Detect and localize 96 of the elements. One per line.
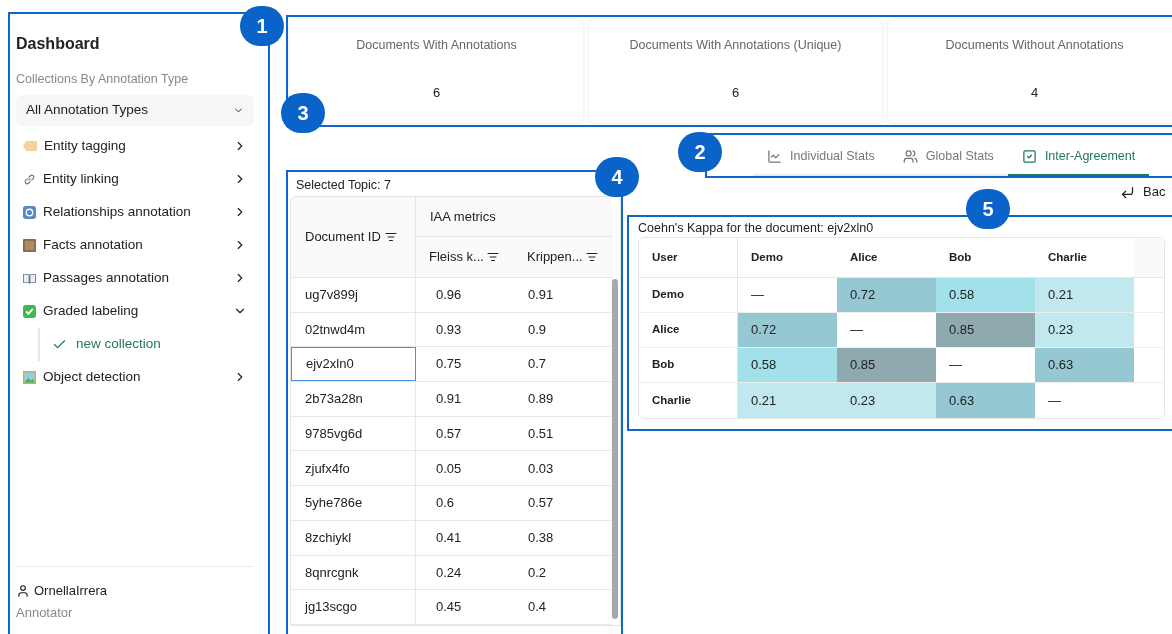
- table-cell[interactable]: ug7v899j: [291, 278, 416, 312]
- line-chart-icon: [767, 148, 782, 164]
- cycle-icon: [23, 205, 36, 219]
- callout-badge: 2: [678, 132, 722, 172]
- scroll-icon: [23, 238, 36, 252]
- collection-type-item[interactable]: Facts annotation: [16, 228, 254, 262]
- tab[interactable]: Inter-Agreement: [1007, 138, 1150, 176]
- filter-icon: [384, 231, 397, 243]
- table-cell-text: 0.2: [527, 563, 548, 582]
- table-cell[interactable]: 02tnwd4m: [291, 312, 416, 347]
- section-label: Collections By Annotation Type: [16, 71, 190, 88]
- stat-title: Documents Without Annotations: [945, 37, 1124, 54]
- table-cell-text: 0.4: [527, 598, 548, 617]
- table-cell[interactable]: zjufx4fo: [291, 451, 416, 486]
- user-icon: [16, 583, 30, 598]
- heatmap-cell: 0.72: [738, 313, 837, 347]
- table-cell-text: 0.75: [435, 355, 463, 374]
- callout-badge: 1: [240, 6, 284, 46]
- user-role: Annotator: [16, 603, 74, 622]
- callout-badge: 5: [966, 189, 1010, 229]
- table-cell-text: 0.91: [527, 286, 555, 305]
- collection-item[interactable]: new collection: [52, 327, 161, 361]
- table-cell[interactable]: jg13scgo: [291, 590, 416, 624]
- heatmap-cell: 0.21: [738, 383, 837, 418]
- filter-icon: [486, 251, 499, 263]
- table-cell-text: 0.38: [527, 528, 555, 547]
- table-cell-text: 0.51: [527, 424, 555, 443]
- table-cell-text: 0.96: [435, 286, 463, 305]
- column-header: Bob: [948, 249, 973, 265]
- scrollbar[interactable]: [612, 279, 618, 619]
- table-cell-text: 0.93: [435, 320, 463, 339]
- column-header[interactable]: Document ID: [291, 197, 416, 277]
- heatmap-cell: 0.85: [936, 313, 1035, 347]
- table-cell[interactable]: 9785vg6d: [291, 416, 416, 451]
- table-cell-text: 0.57: [435, 424, 463, 443]
- table-cell-text: 0.41: [435, 528, 463, 547]
- heatmap-cell: 0.63: [1035, 348, 1134, 382]
- heatmap-cell: 0.23: [1035, 313, 1134, 347]
- sidebar-title: Dashboard: [16, 34, 101, 54]
- column-header: Demo: [750, 249, 784, 265]
- callout-badge: 3: [281, 93, 325, 133]
- column-header: Charlie: [1047, 249, 1088, 265]
- table-cell[interactable]: 8qnrcgnk: [291, 555, 416, 590]
- picture-icon: [23, 370, 36, 384]
- heatmap-cell: 0.58: [738, 348, 837, 382]
- collection-type-item[interactable]: Relationships annotation: [16, 195, 254, 229]
- users-icon: [902, 148, 918, 164]
- heatmap-cell: 0.72: [837, 278, 936, 312]
- column-header: User: [639, 238, 738, 277]
- table-cell-text: 0.03: [527, 459, 555, 478]
- stat-title: Documents With Annotations: [356, 37, 517, 54]
- filter-icon: [585, 251, 598, 263]
- annotation-type-dropdown[interactable]: All Annotation Types: [16, 94, 254, 126]
- tab[interactable]: Global Stats: [888, 138, 1008, 176]
- table-cell-text: 0.57: [527, 494, 555, 513]
- book-icon: [23, 272, 36, 284]
- link-icon: [23, 172, 36, 186]
- table-cell-text: 0.7: [527, 355, 548, 374]
- collection-type-item[interactable]: Passages annotation: [16, 261, 254, 295]
- heatmap-cell: 0.63: [936, 383, 1035, 418]
- stat-value: 6: [731, 83, 740, 102]
- checkbox-icon: [1021, 148, 1037, 164]
- column-header: Alice: [849, 249, 879, 265]
- heatmap-cell: 0.23: [837, 383, 936, 418]
- heatmap-cell: 0.85: [837, 348, 936, 382]
- callout-badge: 4: [595, 157, 639, 197]
- table-cell-text: 0.91: [435, 390, 463, 409]
- table-cell[interactable]: 5yhe786e: [291, 486, 416, 520]
- return-arrow-icon: [1120, 184, 1135, 200]
- table-cell-text: 0.45: [435, 598, 463, 617]
- kappa-title: Coehn's Kappa for the document: ejv2xln0: [638, 220, 875, 237]
- stat-value: 6: [432, 83, 441, 102]
- stat-title: Documents With Annotations (Unique): [629, 37, 842, 54]
- back-button[interactable]: Bac: [1120, 183, 1166, 201]
- user-name: OrnellaIrrera: [34, 582, 107, 600]
- table-cell-text: 0.9: [527, 320, 548, 339]
- heatmap-cell: 0.21: [1035, 278, 1134, 312]
- table-cell-text: 0.6: [435, 494, 456, 513]
- tag-icon: [23, 141, 37, 152]
- table-cell[interactable]: 2b73a28n: [291, 382, 416, 416]
- tab[interactable]: Individual Stats: [753, 138, 889, 176]
- collection-type-item[interactable]: Entity linking: [16, 162, 254, 196]
- collection-type-item[interactable]: Object detection: [16, 360, 254, 394]
- table-cell-text: 0.89: [527, 390, 555, 409]
- table-cell[interactable]: ejv2xln0: [291, 347, 416, 382]
- column-header[interactable]: Fleiss k...: [416, 237, 514, 277]
- table-cell[interactable]: 8zchiykl: [291, 520, 416, 555]
- table-caption: Selected Topic: 7: [295, 177, 392, 194]
- collection-type-item[interactable]: Entity tagging: [16, 129, 254, 163]
- column-header[interactable]: Krippen...: [514, 237, 612, 277]
- table-cell-text: 0.24: [435, 563, 463, 582]
- checkbox-icon: [23, 304, 36, 318]
- table-cell-text: 0.05: [435, 459, 463, 478]
- stat-value: 4: [1030, 83, 1039, 102]
- heatmap-cell: 0.58: [936, 278, 1035, 312]
- collection-type-item[interactable]: Graded labeling: [16, 294, 254, 328]
